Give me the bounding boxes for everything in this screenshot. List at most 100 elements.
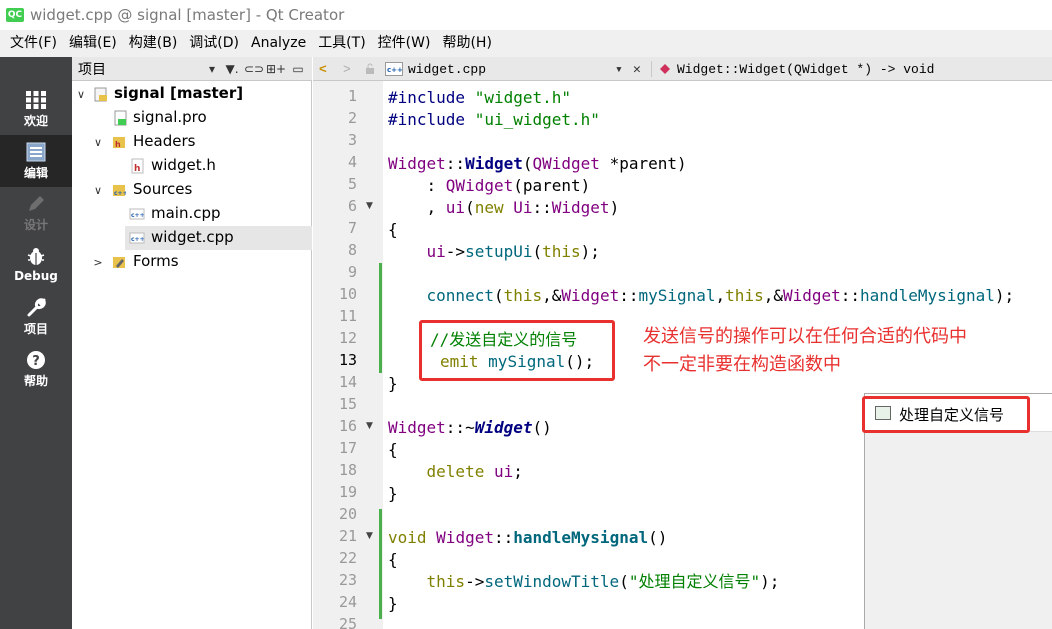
menu-tools[interactable]: 工具(T) <box>312 30 371 57</box>
tree-item-label: Headers <box>133 132 196 150</box>
code-token: ( <box>493 286 504 305</box>
line-number: 15 <box>338 395 357 413</box>
toolbar-divider <box>651 61 652 77</box>
tree-item-label: Sources <box>133 180 193 198</box>
fold-marker-icon[interactable]: ▼ <box>366 421 373 431</box>
code-token: ( <box>619 572 629 591</box>
line-number: 7 <box>347 219 357 237</box>
running-widget-window[interactable]: 处理自定义信号 <box>862 393 1052 629</box>
code-token: handleMysignal <box>860 286 995 305</box>
nav-forward-button[interactable]: > <box>343 57 351 81</box>
line-number: 14 <box>338 373 357 391</box>
expand-arrow-icon[interactable]: ∨ <box>75 82 87 106</box>
menu-edit[interactable]: 编辑(E) <box>63 30 123 57</box>
fold-marker-icon[interactable]: ▼ <box>366 201 373 211</box>
code-line: , ui(new Ui::Widget) <box>388 197 620 219</box>
line-number: 2 <box>347 109 357 127</box>
cpp-file-icon: c++ <box>385 57 403 81</box>
code-line: Widget::Widget(QWidget *parent) <box>388 153 687 175</box>
code-token: connect <box>426 286 494 305</box>
mode-welcome[interactable]: 欢迎 <box>0 83 72 135</box>
filter-icon[interactable]: ▼. <box>222 57 242 81</box>
qt-creator-app-icon: QC <box>6 8 24 22</box>
panel-select-arrow[interactable]: ▾ <box>202 57 222 81</box>
code-token: ( <box>465 198 475 217</box>
nav-back-button[interactable]: < <box>319 57 327 81</box>
split-icon[interactable]: ⊞+ <box>266 57 286 81</box>
tree-item-widget-h[interactable]: h widget.h <box>72 154 312 178</box>
line-number: 11 <box>338 307 357 325</box>
code-token: -> <box>445 242 466 261</box>
code-line: } <box>388 594 398 613</box>
cpp-file-icon: c++ <box>129 230 145 246</box>
mode-help[interactable]: ? 帮助 <box>0 343 72 395</box>
code-line: #include "ui_widget.h" <box>388 109 600 131</box>
line-number: 3 <box>347 131 357 149</box>
fold-marker-icon[interactable]: ▼ <box>366 531 373 541</box>
code-token: :: <box>445 154 466 173</box>
code-token: Widget <box>561 286 620 305</box>
mode-design[interactable]: 设计 <box>0 187 72 239</box>
code-token: ui <box>493 462 514 481</box>
code-token: *parent) <box>599 154 687 173</box>
mode-design-label: 设计 <box>23 217 48 232</box>
menu-controls[interactable]: 控件(W) <box>372 30 437 57</box>
menu-build[interactable]: 构建(B) <box>123 30 184 57</box>
current-symbol[interactable]: Widget::Widget(QWidget *) -> void <box>677 57 934 81</box>
expand-arrow-icon[interactable]: ∨ <box>92 178 104 202</box>
code-token: ,& <box>763 286 783 305</box>
editor-toolbar: < > c++ widget.cpp ▾ ✕ Widget::Widget(QW… <box>313 57 1052 81</box>
menu-analyze[interactable]: Analyze <box>245 30 312 57</box>
header-file-icon: h <box>131 158 145 174</box>
code-line: } <box>388 484 398 503</box>
code-line: #include "widget.h" <box>388 87 571 109</box>
code-token: :: <box>532 198 552 217</box>
highlight-box-emit <box>419 320 615 381</box>
code-line: { <box>388 550 398 569</box>
mode-debug-label: Debug <box>14 269 58 283</box>
code-token: ); <box>760 572 780 591</box>
code-token: Widget <box>388 154 446 173</box>
code-token: setWindowTitle <box>484 572 620 591</box>
tree-item-widget-cpp[interactable]: c++ widget.cpp <box>125 226 312 250</box>
tree-item-forms[interactable]: > Forms <box>72 250 312 274</box>
file-dropdown-arrow[interactable]: ▾ <box>615 57 623 81</box>
expand-arrow-icon[interactable]: > <box>92 250 104 274</box>
code-token: setupUi <box>465 242 533 261</box>
menu-help[interactable]: 帮助(H) <box>436 30 497 57</box>
mode-projects[interactable]: 项目 <box>0 291 72 343</box>
code-token: this <box>426 572 466 591</box>
mode-edit[interactable]: 编辑 <box>0 135 72 187</box>
tree-item-label: widget.h <box>151 156 216 174</box>
project-panel-title: 项目 <box>78 61 106 78</box>
mode-debug[interactable]: Debug <box>0 239 72 291</box>
tree-item-pro-file[interactable]: signal.pro <box>72 106 312 130</box>
tree-item-headers[interactable]: ∨ h Headers <box>72 130 312 154</box>
mode-edit-label: 编辑 <box>23 165 48 180</box>
change-marker <box>379 263 382 373</box>
line-number: 24 <box>338 593 357 611</box>
annotation-text-line2: 不一定非要在构造函数中 <box>643 354 841 375</box>
menu-debug[interactable]: 调试(D) <box>183 30 245 57</box>
code-line: } <box>388 374 398 393</box>
open-file-name[interactable]: widget.cpp <box>408 57 486 81</box>
tree-item-project[interactable]: ∨ signal [master] <box>72 82 312 106</box>
code-token: Widget <box>782 286 841 305</box>
tree-item-main-cpp[interactable]: c++ main.cpp <box>72 202 312 226</box>
line-number: 10 <box>338 285 357 303</box>
project-tree: ∨ signal [master] signal.pro ∨ h Headers… <box>72 81 312 629</box>
link-icon[interactable]: ⊂⊃ <box>244 57 264 81</box>
code-token: "widget.h" <box>474 88 572 107</box>
close-file-button[interactable]: ✕ <box>633 57 641 81</box>
line-number: 22 <box>338 549 357 567</box>
lock-icon <box>365 57 375 81</box>
project-panel-header: 项目 ▾ ▼. ⊂⊃ ⊞+ ▭ <box>72 57 312 81</box>
menu-file[interactable]: 文件(F) <box>4 30 63 57</box>
expand-arrow-icon[interactable]: ∨ <box>92 130 104 154</box>
close-panel-icon[interactable]: ▭ <box>288 57 308 81</box>
code-token: , <box>388 198 446 217</box>
svg-text:c++: c++ <box>131 212 145 219</box>
code-token: () <box>648 528 668 547</box>
tree-item-sources[interactable]: ∨ c++ Sources <box>72 178 312 202</box>
code-token: QWidget <box>532 154 600 173</box>
